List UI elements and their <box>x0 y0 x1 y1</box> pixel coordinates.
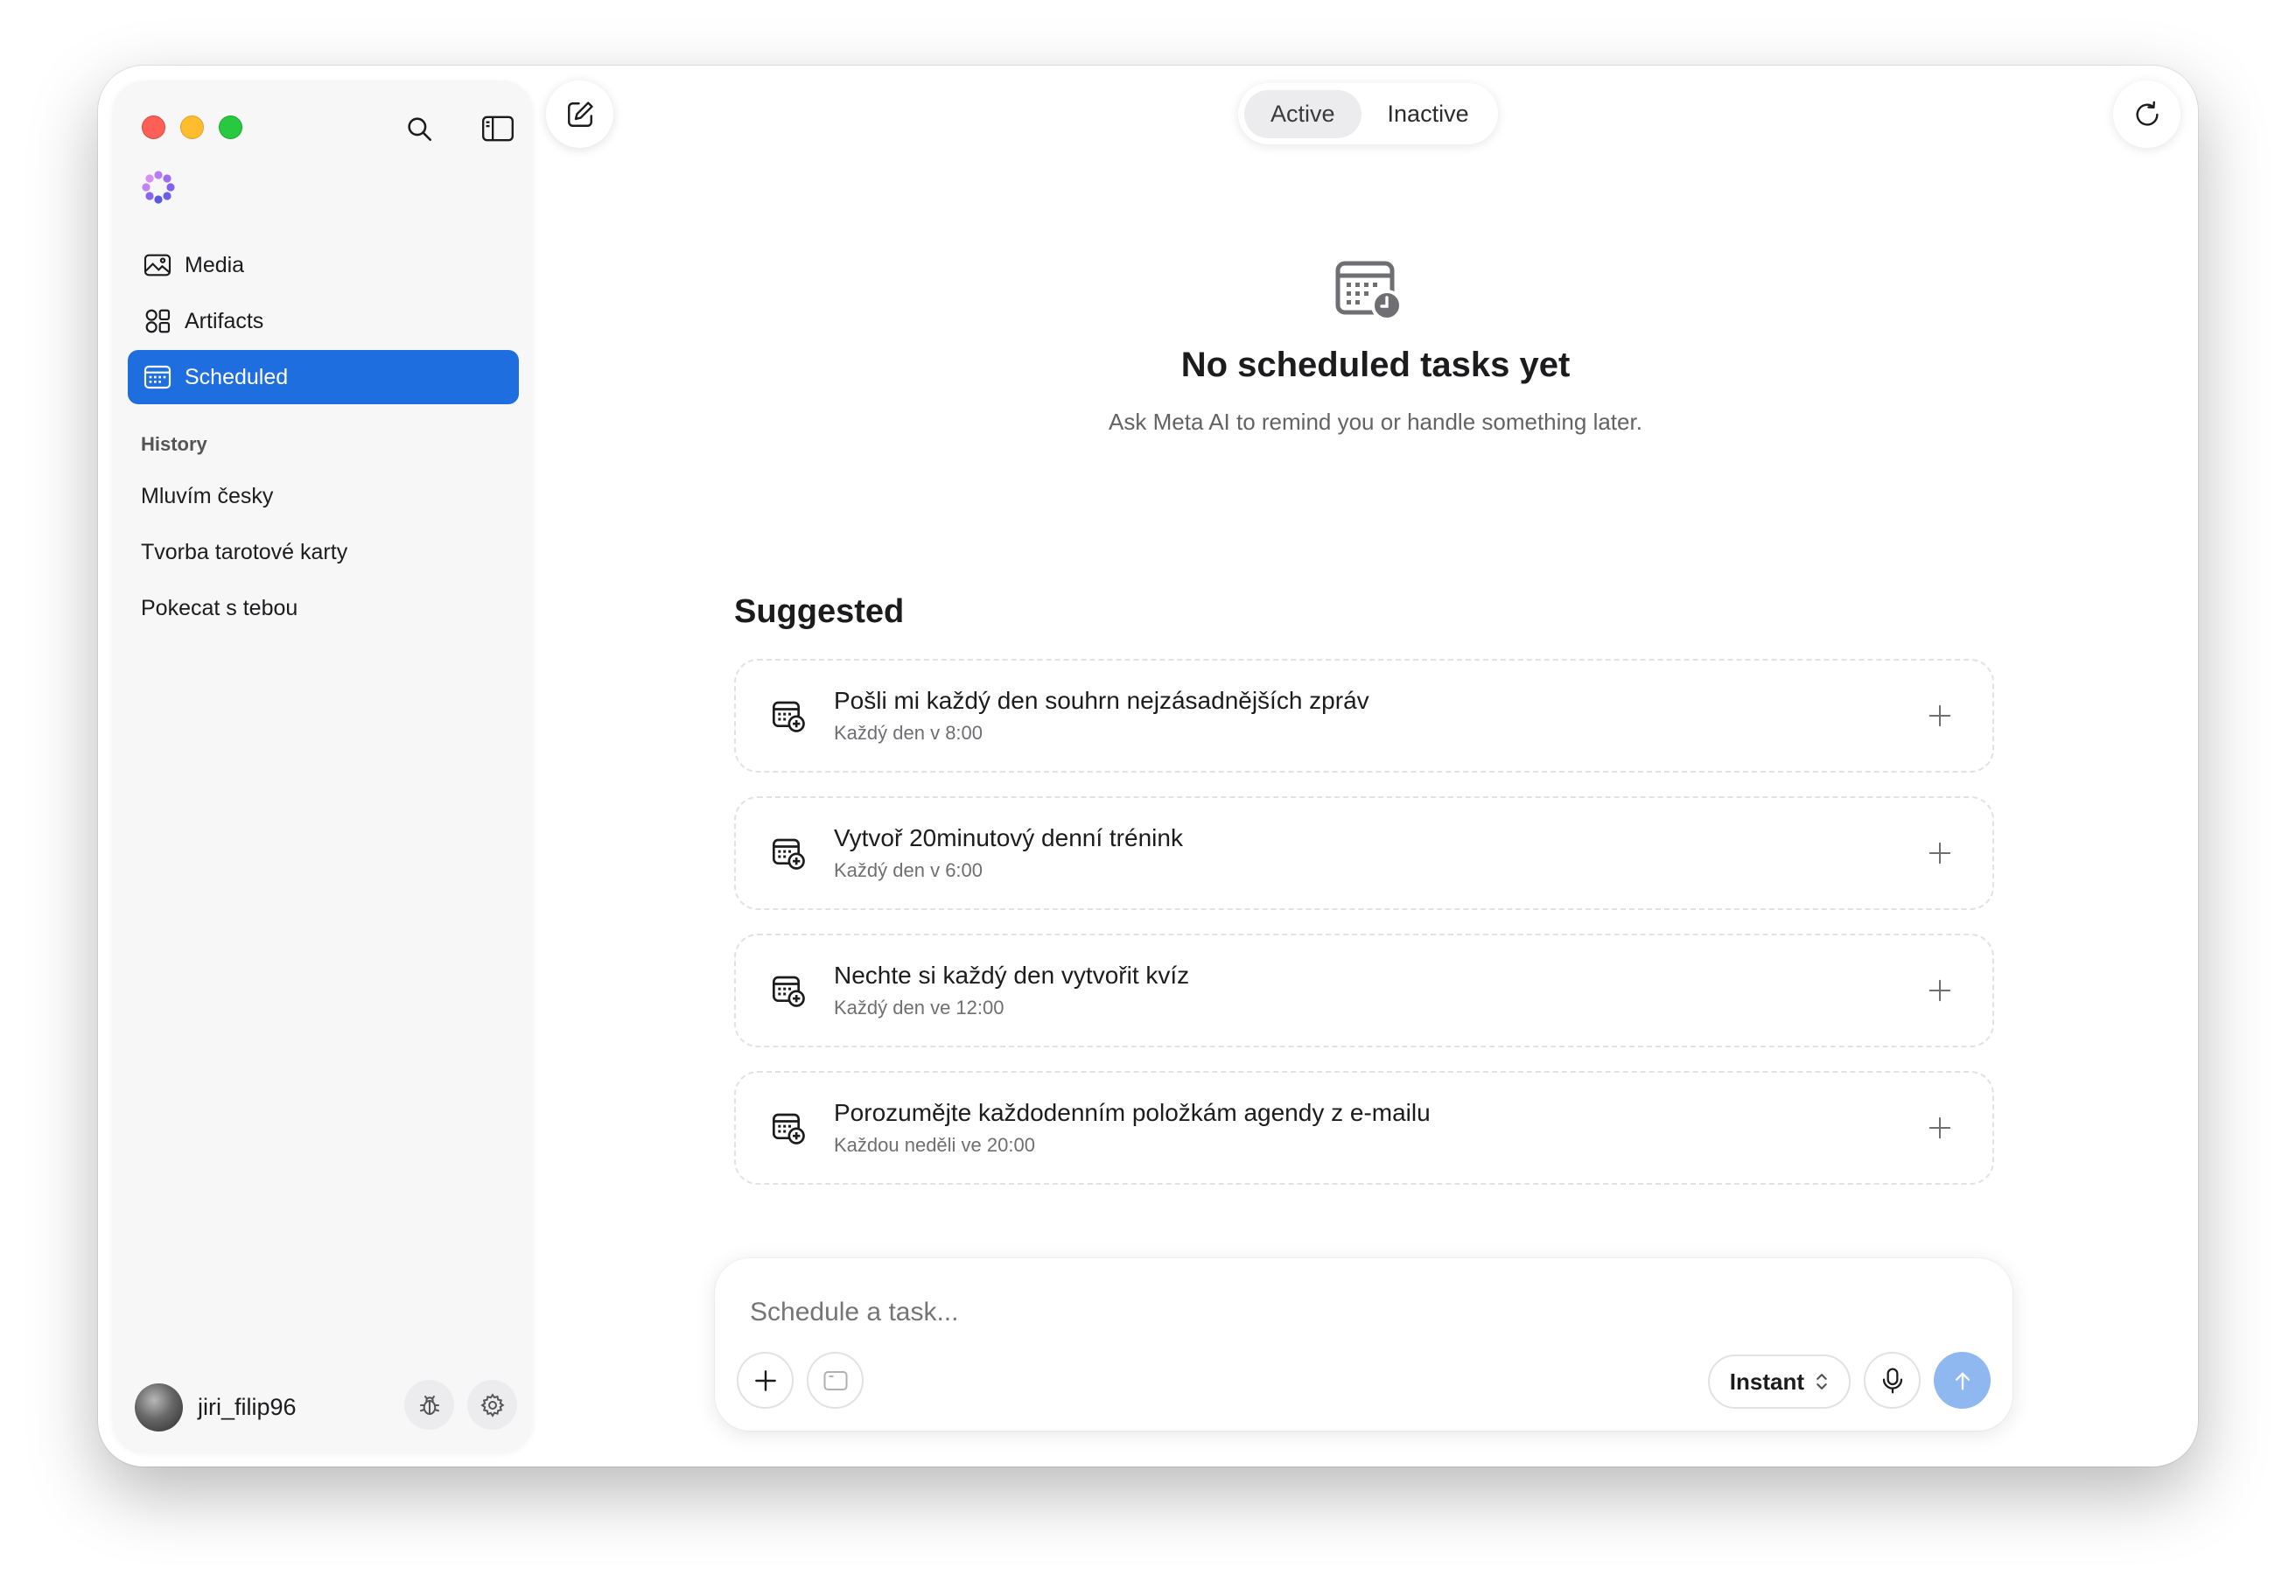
attach-button[interactable] <box>737 1352 794 1409</box>
history-item[interactable]: Tvorba tarotové karty <box>141 524 347 580</box>
suggested-task-schedule: Každý den v 6:00 <box>834 859 984 881</box>
microphone-icon <box>1882 1368 1902 1393</box>
suggested-task-title: Vytvoř 20minutový denní trénink <box>834 824 1183 851</box>
scheduled-calendar-icon <box>1334 260 1404 323</box>
refresh-button[interactable] <box>2113 80 2180 148</box>
arrow-up-icon <box>1955 1372 1970 1390</box>
tab-inactive[interactable]: Inactive <box>1362 90 1495 138</box>
app-window: Media Artifacts Scheduled History Mluvím… <box>98 66 2198 1466</box>
suggested-task-title: Pošli mi každý den souhrn nejzásadnějšíc… <box>834 687 1369 714</box>
sidebar-item-media[interactable]: Media <box>128 238 519 292</box>
settings-button[interactable] <box>467 1380 517 1430</box>
history-item[interactable]: Mluvím česky <box>141 468 347 524</box>
canvas-button[interactable] <box>807 1352 864 1409</box>
add-task-button[interactable] <box>1922 698 1957 733</box>
new-chat-button[interactable] <box>546 80 613 148</box>
suggested-task-text: Porozumějte každodenním položkám agendy … <box>834 1099 1431 1157</box>
sidebar-item-label: Artifacts <box>185 308 264 333</box>
sidebar-toggle-icon <box>482 116 514 142</box>
suggested-task-card[interactable]: Vytvoř 20minutový denní trénink Každý de… <box>734 796 1994 910</box>
suggested-task-title: Porozumějte každodenním položkám agendy … <box>834 1099 1431 1126</box>
plus-icon <box>1928 842 1951 864</box>
add-task-button[interactable] <box>1922 1110 1957 1145</box>
send-button[interactable] <box>1934 1352 1991 1409</box>
mode-selector[interactable]: Instant <box>1707 1354 1851 1409</box>
suggested-task-schedule: Každou neděli ve 20:00 <box>834 1134 1035 1156</box>
suggested-task-text: Vytvoř 20minutový denní trénink Každý de… <box>834 824 1183 882</box>
suggested-list: Pošli mi každý den souhrn nejzásadnějšíc… <box>734 659 1994 1208</box>
plus-icon <box>1928 1116 1951 1139</box>
meta-ai-logo-icon <box>142 171 175 204</box>
plus-icon <box>1928 979 1951 1002</box>
tab-active[interactable]: Active <box>1244 89 1362 138</box>
traffic-lights <box>142 116 242 139</box>
search-icon <box>408 117 432 142</box>
sidebar-nav: Media Artifacts Scheduled <box>128 238 519 406</box>
calendar-icon <box>143 363 172 392</box>
suggested-task-text: Nechte si každý den vytvořit kvíz Každý … <box>834 962 1189 1019</box>
refresh-icon <box>2135 101 2159 126</box>
history-list: Mluvím česky Tvorba tarotové karty Pokec… <box>141 468 347 636</box>
voice-input-button[interactable] <box>1864 1352 1921 1409</box>
suggested-task-card[interactable]: Porozumějte každodenním položkám agendy … <box>734 1071 1994 1185</box>
bug-report-button[interactable] <box>404 1380 454 1430</box>
empty-state-title: No scheduled tasks yet <box>1180 346 1571 384</box>
user-profile[interactable]: jiri_filip96 <box>135 1383 297 1432</box>
suggested-task-text: Pošli mi každý den souhrn nejzásadnějšíc… <box>834 687 1369 745</box>
calendar-add-icon <box>773 1113 805 1144</box>
chevron-up-down-icon <box>1816 1374 1827 1390</box>
calendar-add-icon <box>773 838 805 870</box>
sidebar-item-label: Scheduled <box>185 364 289 389</box>
add-task-button[interactable] <box>1922 836 1957 871</box>
history-item[interactable]: Pokecat s tebou <box>141 580 347 636</box>
suggested-task-schedule: Každý den ve 12:00 <box>834 997 1004 1018</box>
avatar <box>135 1383 183 1432</box>
zoom-window-button[interactable] <box>219 116 242 139</box>
compose-icon <box>567 101 593 127</box>
calendar-add-icon <box>773 976 805 1007</box>
shapes-icon <box>143 307 172 336</box>
suggested-task-card[interactable]: Nechte si každý den vytvořit kvíz Každý … <box>734 934 1994 1047</box>
add-task-button[interactable] <box>1922 973 1957 1008</box>
username: jiri_filip96 <box>198 1394 297 1420</box>
sidebar-item-scheduled[interactable]: Scheduled <box>128 350 519 404</box>
close-window-button[interactable] <box>142 116 165 139</box>
calendar-add-icon <box>773 701 805 732</box>
bug-icon <box>419 1395 439 1415</box>
suggested-heading: Suggested <box>734 593 905 630</box>
history-label: History <box>141 433 207 455</box>
minimize-window-button[interactable] <box>180 116 204 139</box>
schedule-task-input[interactable] <box>750 1298 1625 1327</box>
suggested-task-title: Nechte si každý den vytvořit kvíz <box>834 962 1190 989</box>
canvas-icon <box>823 1370 847 1390</box>
plus-icon <box>1928 704 1951 727</box>
suggested-task-card[interactable]: Pošli mi každý den souhrn nejzásadnějšíc… <box>734 659 1994 773</box>
empty-state-subtitle: Ask Meta AI to remind you or handle some… <box>1109 409 1642 435</box>
sidebar-item-artifacts[interactable]: Artifacts <box>128 294 519 348</box>
meta-ai-logo[interactable] <box>136 165 180 209</box>
gear-icon <box>480 1392 505 1418</box>
mode-label: Instant <box>1729 1368 1804 1395</box>
status-tabs: Active Inactive <box>1238 83 1498 144</box>
composer: Instant <box>715 1258 2012 1431</box>
sidebar-item-label: Media <box>185 252 245 277</box>
search-button[interactable] <box>397 107 441 150</box>
suggested-task-schedule: Každý den v 8:00 <box>834 722 984 744</box>
sidebar-toggle-button[interactable] <box>476 107 520 150</box>
plus-icon <box>754 1369 776 1391</box>
sidebar: Media Artifacts Scheduled History Mluvím… <box>113 80 533 1452</box>
image-icon <box>143 251 172 280</box>
